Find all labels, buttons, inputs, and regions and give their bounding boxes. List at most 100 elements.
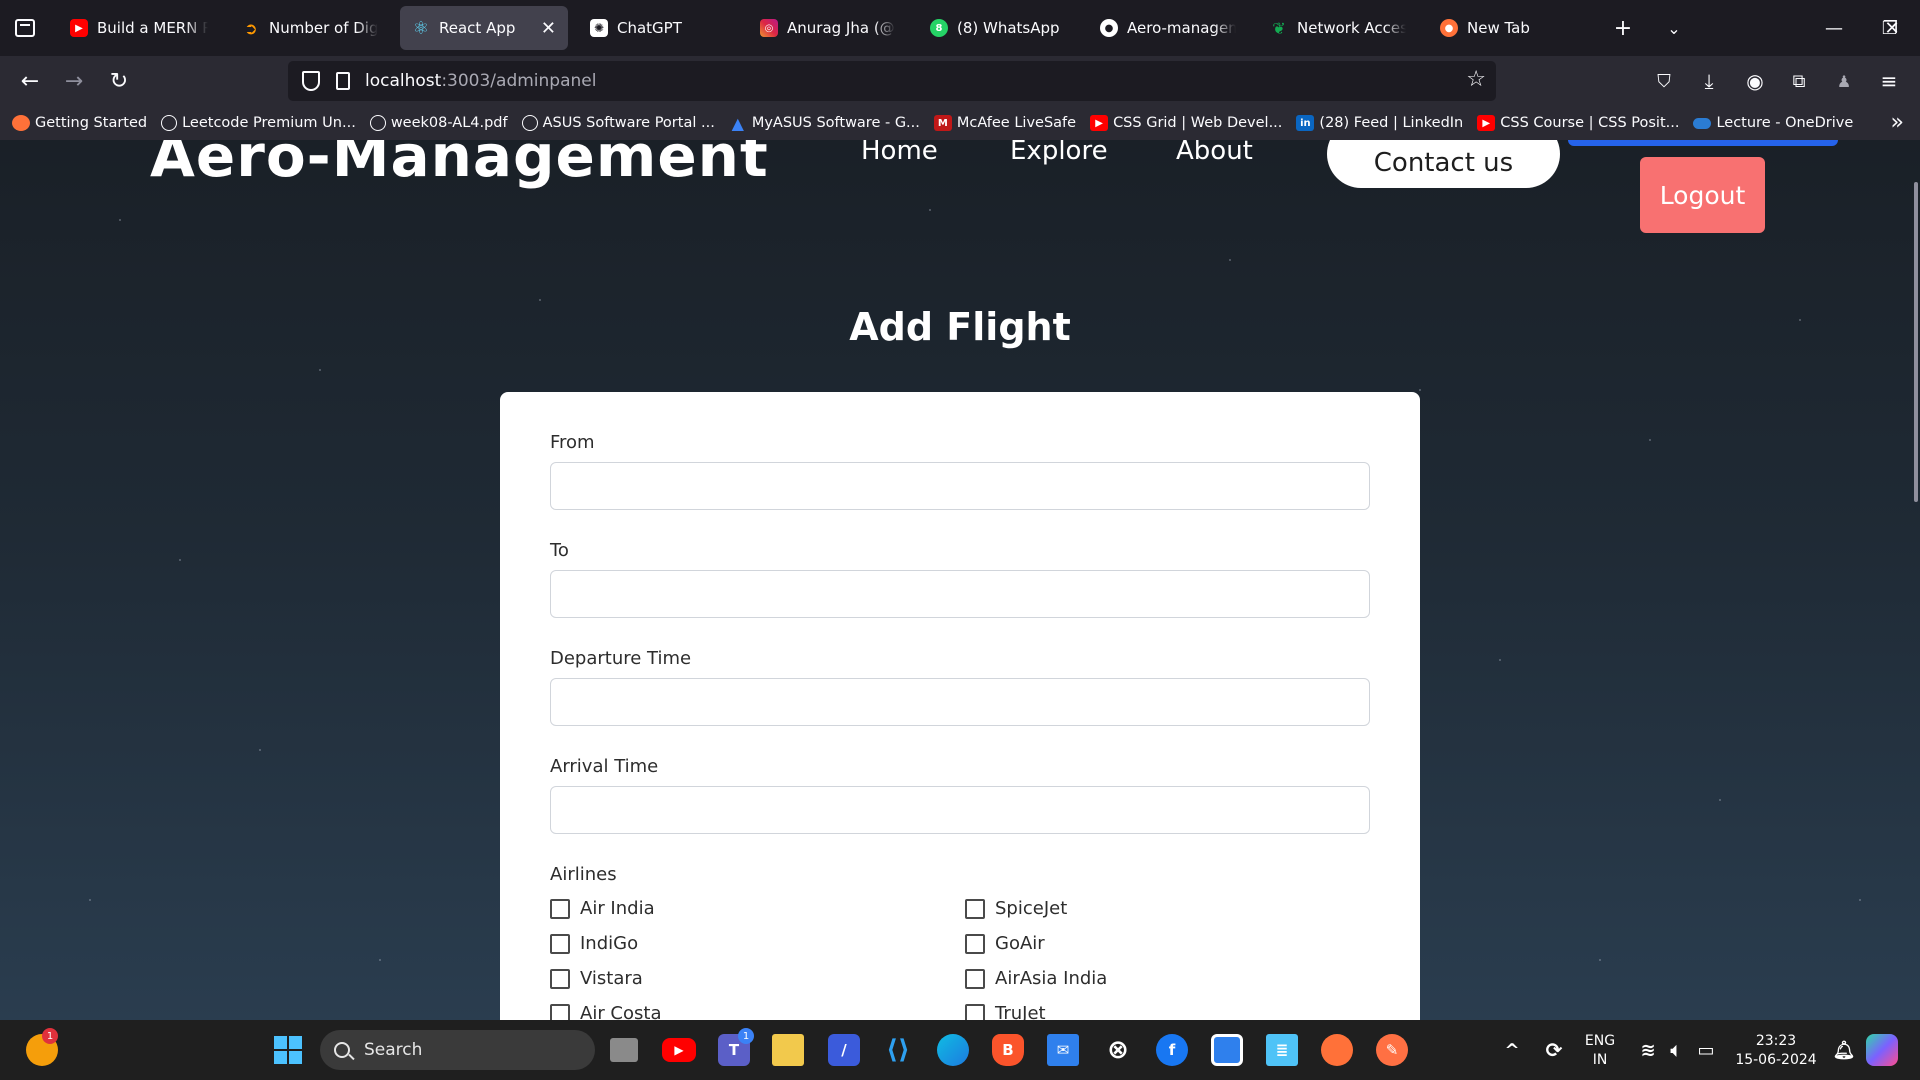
checkbox[interactable]: [965, 933, 985, 954]
nav-home-link[interactable]: Home: [861, 140, 938, 166]
bookmark-6[interactable]: ▶ CSS Grid | Web Devel...: [1090, 115, 1282, 131]
airline-checkbox-indigo[interactable]: IndiGo: [550, 933, 638, 954]
bookmark-5[interactable]: M McAfee LiveSafe: [933, 115, 1076, 131]
edge-icon[interactable]: [937, 1034, 969, 1066]
from-input[interactable]: [550, 462, 1370, 510]
tab-5[interactable]: 8 (8) WhatsApp: [918, 6, 1078, 50]
bookmark-1[interactable]: Leetcode Premium Un...: [161, 115, 356, 131]
reload-icon[interactable]: ↻: [103, 65, 135, 97]
extensions-icon[interactable]: ⧉: [1783, 65, 1815, 97]
notification-bell-icon[interactable]: 🔔︎: [1828, 1034, 1860, 1066]
page-icon[interactable]: [336, 72, 350, 90]
airline-checkbox-trujet[interactable]: TruJet: [965, 1003, 1046, 1020]
tab-4[interactable]: ◎ Anurag Jha (@anu: [748, 6, 908, 50]
download-icon[interactable]: ⤓: [1693, 65, 1725, 97]
contact-us-button[interactable]: Contact us: [1327, 140, 1560, 188]
forward-arrow-icon[interactable]: →: [58, 65, 90, 97]
back-arrow-icon[interactable]: ←: [14, 65, 46, 97]
chevron-up-icon[interactable]: ^: [1496, 1034, 1528, 1066]
copilot-icon[interactable]: [1866, 1034, 1898, 1066]
close-window-button[interactable]: ✕: [1864, 0, 1920, 56]
task-view-icon[interactable]: [610, 1038, 638, 1062]
arrival-time-input[interactable]: [550, 786, 1370, 834]
minimize-icon[interactable]: —: [1806, 0, 1862, 56]
tab-0[interactable]: ▶ Build a MERN Rea: [58, 6, 220, 50]
site-logo-title[interactable]: Aero-Management: [150, 140, 769, 190]
new-tab-plus-icon[interactable]: +: [1609, 14, 1637, 42]
windows-start-icon[interactable]: [272, 1034, 304, 1066]
brave-icon[interactable]: B: [992, 1034, 1024, 1066]
checkbox[interactable]: [550, 968, 570, 989]
url-text[interactable]: localhost:3003/adminpanel: [365, 71, 596, 91]
taskbar-search-box[interactable]: Search: [320, 1030, 595, 1070]
bookmark-7[interactable]: in (28) Feed | LinkedIn: [1296, 115, 1463, 131]
battery-icon[interactable]: ▭: [1690, 1034, 1722, 1066]
menu-icon[interactable]: ≡: [1873, 65, 1905, 97]
tab-3[interactable]: ✺ ChatGPT: [578, 6, 738, 50]
tab-6[interactable]: ● Aero-manageme: [1088, 6, 1248, 50]
bookmark-4[interactable]: ▲ MyASUS Software - G...: [729, 113, 920, 133]
store-icon[interactable]: [1211, 1034, 1243, 1066]
checkbox[interactable]: [965, 898, 985, 919]
bookmark-star-icon[interactable]: ☆: [1466, 67, 1486, 92]
youtube-app-icon[interactable]: ▶: [662, 1038, 696, 1062]
bookmark-2[interactable]: week08-AL4.pdf: [369, 115, 508, 131]
notepad-icon[interactable]: ≣: [1266, 1034, 1298, 1066]
checkbox[interactable]: [965, 1003, 985, 1020]
bookmark-8[interactable]: ▶ CSS Course | CSS Posit...: [1477, 115, 1679, 131]
tab-1[interactable]: ➲ Number of Digit: [230, 6, 390, 50]
shield-icon[interactable]: [302, 71, 320, 91]
clock[interactable]: 23:23 15-06-2024: [1726, 1032, 1826, 1070]
asus-icon: ▲: [731, 113, 744, 133]
language-indicator[interactable]: ENG IN: [1580, 1032, 1620, 1070]
scrollbar-thumb[interactable]: [1914, 182, 1918, 502]
sync-icon[interactable]: ⟳: [1538, 1034, 1570, 1066]
tab-list-button[interactable]: [0, 0, 50, 56]
sketch-app-icon[interactable]: ✎: [1376, 1034, 1408, 1066]
pocket-icon[interactable]: ⛉: [1648, 65, 1680, 97]
chevron-double-right-icon[interactable]: »: [1891, 110, 1904, 135]
chevron-down-icon[interactable]: ⌄: [1660, 14, 1688, 42]
to-label: To: [550, 540, 569, 561]
bookmark-3[interactable]: ASUS Software Portal ...: [521, 115, 715, 131]
logout-button[interactable]: Logout: [1640, 157, 1765, 233]
nav-explore-link[interactable]: Explore: [1010, 140, 1108, 166]
page-scrollbar[interactable]: [1910, 140, 1920, 1020]
bookmark-0[interactable]: Getting Started: [12, 115, 147, 131]
airline-checkbox-spicejet[interactable]: SpiceJet: [965, 898, 1067, 919]
facebook-icon[interactable]: f: [1156, 1034, 1188, 1066]
bookmark-label: CSS Grid | Web Devel...: [1113, 115, 1283, 131]
mathpix-icon[interactable]: /: [828, 1034, 860, 1066]
xbox-icon[interactable]: ⊗: [1102, 1034, 1134, 1066]
bookmark-9[interactable]: Lecture - OneDrive: [1693, 115, 1853, 131]
volume-icon[interactable]: 🔈︎: [1660, 1034, 1692, 1066]
checkbox[interactable]: [550, 1003, 570, 1020]
tab-7[interactable]: ❦ Network Access |: [1258, 6, 1418, 50]
mail-icon[interactable]: ✉: [1047, 1034, 1079, 1066]
departure-time-input[interactable]: [550, 678, 1370, 726]
tab-list-icon: [15, 19, 35, 37]
checkbox[interactable]: [550, 933, 570, 954]
file-explorer-icon[interactable]: [772, 1034, 804, 1066]
airline-checkbox-airasia-india[interactable]: AirAsia India: [965, 968, 1107, 989]
airline-checkbox-air-india[interactable]: Air India: [550, 898, 655, 919]
checkbox[interactable]: [965, 968, 985, 989]
checkbox[interactable]: [550, 898, 570, 919]
close-tab-icon[interactable]: ✕: [531, 18, 556, 39]
partial-button-edge[interactable]: [1568, 140, 1838, 146]
youtube-icon: ▶: [70, 19, 88, 37]
to-input[interactable]: [550, 570, 1370, 618]
airline-checkbox-vistara[interactable]: Vistara: [550, 968, 643, 989]
vscode-icon[interactable]: ⟨⟩: [882, 1034, 914, 1066]
url-bar[interactable]: localhost:3003/adminpanel ☆: [288, 61, 1496, 101]
firefox-icon[interactable]: [1321, 1034, 1353, 1066]
nav-about-link[interactable]: About: [1176, 140, 1253, 166]
youtube-icon: ▶: [1090, 115, 1109, 131]
tab-2[interactable]: ⚛ React App ✕: [400, 6, 568, 50]
airline-checkbox-air-costa[interactable]: Air Costa: [550, 1003, 661, 1020]
account-icon[interactable]: ◉: [1739, 65, 1771, 97]
extension-icon[interactable]: ♟: [1828, 65, 1860, 97]
airline-checkbox-goair[interactable]: GoAir: [965, 933, 1045, 954]
tab-8[interactable]: ● New Tab: [1428, 6, 1588, 50]
mongodb-icon: ❦: [1272, 18, 1286, 38]
